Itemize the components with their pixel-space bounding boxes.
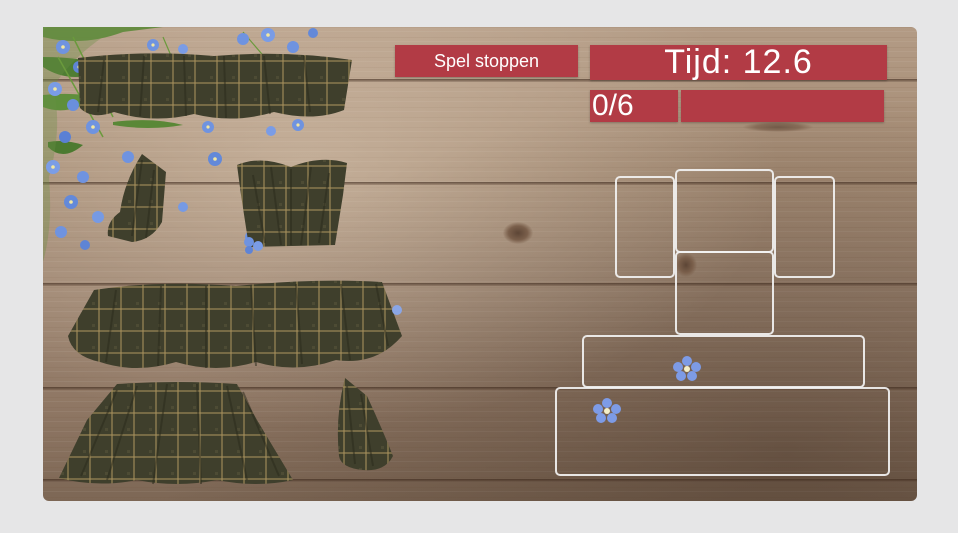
target-slot-left-sleeve bbox=[615, 176, 675, 278]
waist-ruffle-piece[interactable] bbox=[66, 276, 406, 374]
flower-decoration bbox=[241, 234, 267, 260]
flower-icon bbox=[670, 355, 704, 385]
skirt-piece[interactable] bbox=[57, 380, 297, 488]
target-slot-waist-ruffle bbox=[582, 335, 865, 388]
wood-knot bbox=[503, 222, 533, 244]
flower-icon bbox=[590, 397, 624, 429]
timer-display: Tijd: 12.6 bbox=[590, 43, 887, 81]
target-slot-bodice-lower bbox=[675, 251, 774, 335]
target-slot-right-sleeve bbox=[774, 176, 835, 278]
stop-game-button[interactable]: Spel stoppen bbox=[395, 45, 578, 77]
flower-decoration bbox=[390, 302, 404, 321]
progress-bar bbox=[681, 90, 884, 122]
wood-knot bbox=[743, 122, 813, 132]
top-frill-piece[interactable] bbox=[74, 50, 356, 122]
right-sleeve-piece[interactable] bbox=[333, 376, 397, 472]
score-counter: 0/6 bbox=[590, 89, 678, 122]
target-slot-bodice bbox=[675, 169, 774, 253]
left-sleeve-piece[interactable] bbox=[102, 152, 170, 244]
